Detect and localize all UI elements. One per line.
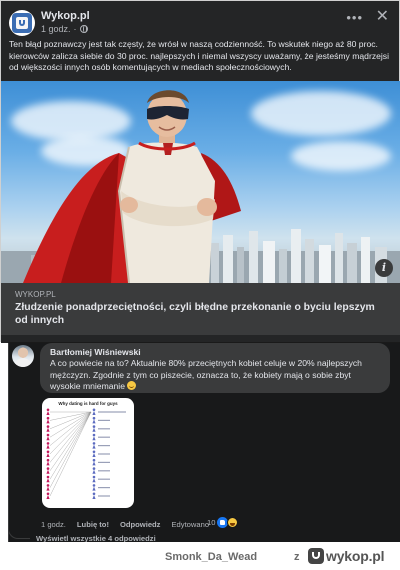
female-figure-icon [46, 433, 50, 441]
wykop-logo-avatar[interactable] [9, 10, 35, 36]
comment-time[interactable]: 1 godz. [41, 520, 66, 529]
uploader-username[interactable]: Smonk_Da_Wead [165, 551, 257, 563]
post-text: Ten błąd poznawczy jest tak częsty, że w… [9, 39, 390, 73]
male-figure-icon [92, 416, 96, 424]
male-figure-icon [92, 484, 96, 491]
figure-caption-placeholder [98, 419, 110, 421]
male-figure-icon [92, 492, 96, 499]
female-figure-icon [46, 442, 50, 449]
figure-caption-placeholder [98, 411, 126, 413]
female-figure-icon [46, 408, 50, 415]
comment-thread: Bartłomiej Wiśniewski A co powiecie na t… [8, 342, 400, 543]
close-icon[interactable]: ✕ [376, 9, 389, 25]
page-name[interactable]: Wykop.pl [41, 10, 90, 22]
female-figure-icon [46, 425, 50, 432]
more-icon[interactable]: ••• [346, 11, 363, 24]
male-figure-icon [92, 458, 96, 466]
comment-author[interactable]: Bartłomiej Wiśniewski [50, 347, 380, 358]
reactions[interactable]: 10 [207, 517, 239, 528]
connection-line [49, 411, 92, 429]
figure-caption-placeholder [98, 428, 110, 430]
link-title[interactable]: Złudzenie ponadprzeciętności, czyli błęd… [15, 302, 375, 327]
connection-line [49, 411, 92, 488]
commenter-avatar[interactable] [12, 345, 34, 367]
male-figure-icon [92, 408, 96, 415]
female-figure-icon [46, 458, 50, 466]
figure-caption-placeholder [98, 478, 110, 480]
wykop-logo-icon[interactable] [308, 548, 324, 564]
figure-caption-placeholder [98, 445, 110, 447]
female-figure-icon [46, 416, 50, 424]
comment-bubble: Bartłomiej Wiśniewski A co powiecie na t… [40, 343, 390, 393]
haha-reaction-icon [227, 517, 239, 528]
male-figure-icon [92, 433, 96, 441]
female-figure-icon [46, 484, 50, 491]
female-figure-icon [46, 492, 50, 499]
male-figure-icon [92, 450, 96, 457]
post-time[interactable]: 1 godz. [41, 24, 71, 34]
male-figure-icon [92, 425, 96, 432]
figure-caption-placeholder [98, 495, 110, 497]
comment-actions: 1 godz. Lubię to! Odpowiedz Edytowano [41, 520, 209, 529]
reply-button[interactable]: Odpowiedz [120, 520, 161, 529]
link-domain: WYKOP.PL [15, 290, 56, 299]
info-icon[interactable]: i [375, 259, 393, 277]
male-figure-icon [92, 442, 96, 449]
grinning-emoji-icon [127, 381, 137, 390]
like-button[interactable]: Lubię to! [77, 520, 109, 529]
thread-line [8, 343, 9, 543]
connection-line [49, 411, 92, 463]
figure-caption-placeholder [98, 470, 110, 472]
post-meta: 1 godz. · [41, 24, 88, 34]
facebook-post: Wykop.pl 1 godz. · ••• ✕ Ten błąd poznaw… [0, 0, 400, 343]
connection-line [49, 411, 92, 421]
link-preview[interactable]: WYKOP.PL Złudzenie ponadprzeciętności, c… [1, 283, 400, 335]
male-figure-icon [92, 467, 96, 474]
connection-line [49, 411, 92, 455]
footer-separator: z [294, 551, 300, 563]
edited-label: Edytowano [171, 520, 210, 529]
figure-caption-placeholder [98, 436, 110, 438]
post-header: Wykop.pl 1 godz. · ••• ✕ [9, 9, 391, 36]
connection-line [49, 411, 92, 446]
superhero-image[interactable]: i [1, 81, 400, 283]
meme-diagram [46, 408, 126, 499]
reply-connector [8, 519, 30, 539]
female-figure-icon [46, 475, 50, 483]
figure-caption-placeholder [98, 461, 110, 463]
figure-caption-placeholder [98, 487, 110, 489]
comment-text: A co powiecie na to? Aktualnie 80% przec… [50, 358, 362, 391]
meme-attachment[interactable]: Why dating is hard for guys [42, 398, 134, 508]
connection-line [49, 411, 92, 480]
reactions-count: 10 [207, 518, 216, 527]
figure-caption-placeholder [98, 453, 110, 455]
connection-line [49, 411, 92, 471]
wykop-footer: Smonk_Da_Wead z wykop.pl [0, 542, 400, 570]
female-figure-icon [46, 450, 50, 457]
globe-icon [79, 25, 88, 33]
male-figure-icon [92, 475, 96, 483]
wykop-brand[interactable]: wykop.pl [326, 548, 384, 564]
female-figure-icon [46, 467, 50, 474]
superhero-figure [23, 90, 241, 283]
